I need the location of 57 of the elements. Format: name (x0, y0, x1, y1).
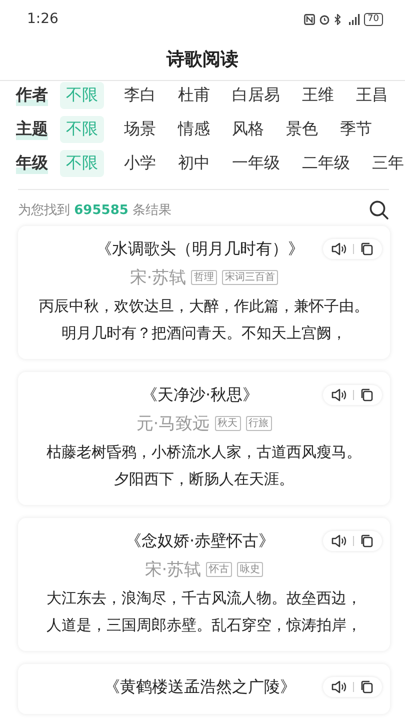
speaker-icon[interactable] (331, 534, 347, 548)
poem-line: 明月几时有？把酒问青天。不知天上宫阙， (60, 323, 348, 344)
poem-author: 宋·苏轼 (130, 267, 186, 289)
filter-option[interactable]: 杜甫 (172, 82, 216, 108)
filter-option[interactable]: 李白 (118, 82, 162, 108)
poem-tag: 怀古 (206, 562, 232, 577)
filter-option[interactable]: 王维 (296, 82, 340, 108)
copy-icon[interactable] (360, 242, 374, 256)
copy-icon[interactable] (360, 680, 374, 694)
page-title: 诗歌阅读 (166, 48, 238, 71)
poem-line: 丙辰中秋，欢饮达旦，大醉，作此篇，兼怀子由。 (38, 296, 370, 317)
poem-line: 枯藤老树昏鸦，小桥流水人家，古道西风瘦马。 (46, 442, 362, 463)
result-count: 为您找到 695585 条结果 (18, 202, 172, 219)
filter-option[interactable]: 季节 (334, 116, 378, 142)
poem-tag: 宋词三百首 (222, 270, 278, 285)
copy-icon[interactable] (360, 388, 374, 402)
battery-level: 70 (364, 12, 383, 26)
poem-line: 大江东去，浪淘尽，千古风流人物。故垒西边， (46, 588, 362, 609)
poem-card[interactable]: 《黄鹤楼送孟浩然之广陵》 (18, 664, 390, 714)
filter-option[interactable]: 三年 (366, 150, 405, 176)
poem-title: 《黄鹤楼送孟浩然之广陵》 (104, 676, 296, 698)
filter-label: 主题 (16, 118, 48, 140)
filter-option[interactable]: 初中 (172, 150, 216, 176)
poem-tag: 哲理 (191, 270, 218, 285)
bluetooth-icon (334, 14, 342, 24)
speaker-icon[interactable] (331, 388, 347, 402)
filter-option[interactable]: 景色 (280, 116, 324, 142)
filter-option[interactable]: 情感 (172, 116, 216, 142)
filter-option[interactable]: 一年级 (226, 150, 286, 176)
filter-label: 作者 (16, 84, 48, 106)
status-time: 1:26 (27, 11, 58, 27)
poem-card[interactable]: 《念奴娇·赤壁怀古》 宋·苏轼 怀古 咏史 大江东去，浪淘尽，千古风流人物。故垒西边， 人道是，三国周郎赤壁。乱石穿空，惊涛拍岸， (18, 518, 390, 651)
poem-tag: 秋天 (214, 416, 241, 431)
poem-title: 《天净沙·秋思》 (141, 384, 259, 406)
poem-title: 《水调歌头（明月几时有）》 (96, 238, 304, 260)
filter-option[interactable]: 风格 (226, 116, 270, 142)
filter-option[interactable]: 白居易 (226, 82, 286, 108)
search-icon[interactable] (369, 200, 389, 220)
poem-title: 《念奴娇·赤壁怀古》 (125, 530, 275, 552)
filter-option[interactable]: 王昌 (350, 82, 394, 108)
poem-line: 人道是，三国周郎赤壁。乱石穿空，惊涛拍岸， (46, 615, 362, 636)
speaker-icon[interactable] (331, 680, 347, 694)
alarm-icon (318, 14, 330, 24)
copy-icon[interactable] (360, 534, 374, 548)
poem-card[interactable]: 《天净沙·秋思》 元·马致远 秋天 行旅 枯藤老树昏鸦，小桥流水人家，古道西风瘦马。 夕阳西下，断肠人在天涯。 (18, 372, 390, 505)
poem-line: 夕阳西下，断肠人在天涯。 (113, 469, 295, 490)
filter-option[interactable]: 小学 (118, 150, 162, 176)
filter-label: 年级 (16, 152, 48, 174)
poem-author: 宋·苏轼 (144, 559, 202, 581)
speaker-icon[interactable] (331, 242, 347, 256)
filter-option[interactable]: 二年级 (296, 150, 356, 176)
poem-card[interactable]: 《水调歌头（明月几时有）》 宋·苏轼 哲理 宋词三百首 丙辰中秋，欢饮达旦，大醉，作此篇，兼怀子由。 明月几时有？把酒问青天。不知天上宫阙， (18, 226, 390, 359)
poem-author: 元·马致远 (136, 413, 210, 435)
poem-tag: 行旅 (246, 416, 272, 431)
poem-tag: 咏史 (237, 562, 264, 577)
filter-option[interactable]: 场景 (118, 116, 162, 142)
nfc-icon (304, 14, 315, 24)
